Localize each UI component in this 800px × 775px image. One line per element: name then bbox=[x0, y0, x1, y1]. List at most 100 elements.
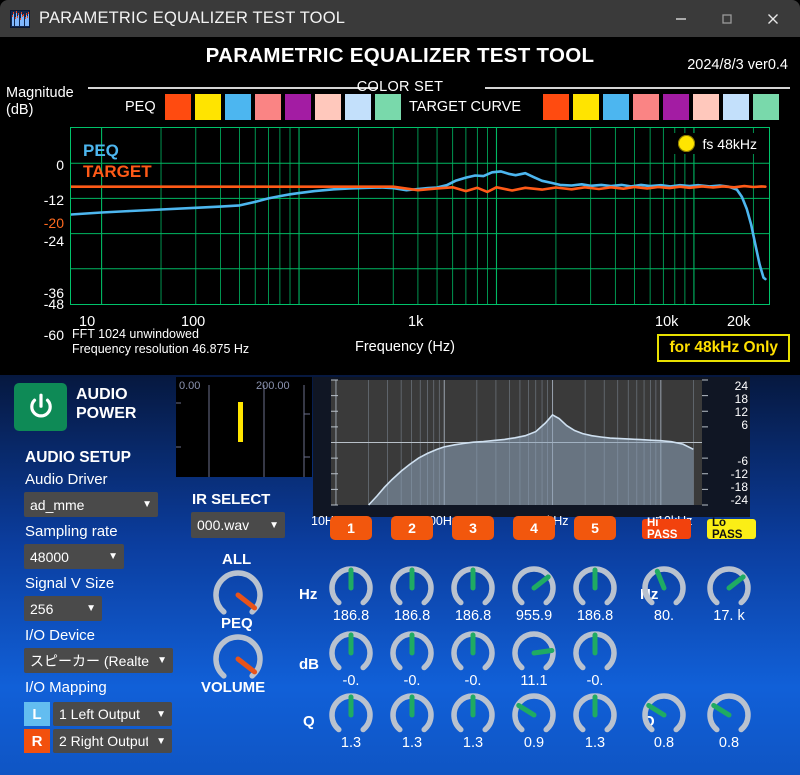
minimize-button[interactable] bbox=[658, 0, 704, 37]
maximize-button[interactable] bbox=[704, 0, 750, 37]
peq-band-3-db-knob[interactable] bbox=[450, 630, 496, 676]
xtick-10k: 10k bbox=[655, 314, 679, 330]
color-swatch-2[interactable] bbox=[573, 94, 599, 120]
io-device-value: スピーカー (Realte... bbox=[30, 652, 150, 669]
power-icon bbox=[29, 393, 52, 418]
io-device-select[interactable]: スピーカー (Realte... ▼ bbox=[24, 648, 173, 673]
peq-band-5-q-knob[interactable] bbox=[572, 692, 618, 738]
chevron-down-icon: ▼ bbox=[108, 551, 118, 562]
target-color-swatches bbox=[543, 94, 779, 120]
ytick-m12: -12 bbox=[43, 192, 64, 208]
signal-v-size-select[interactable]: 256 ▼ bbox=[24, 596, 102, 621]
color-swatch-5[interactable] bbox=[285, 94, 311, 120]
peq-band-2-db-value: -0. bbox=[403, 673, 421, 689]
peq-band-5-hz-knob[interactable] bbox=[572, 565, 618, 611]
frequency-axis-label: Frequency (Hz) bbox=[355, 339, 455, 355]
peq-band-4-q-knob[interactable] bbox=[511, 692, 557, 738]
fs-indicator: fs 48kHz bbox=[671, 133, 763, 154]
signal-v-size-value: 256 bbox=[30, 600, 54, 617]
color-swatch-7[interactable] bbox=[723, 94, 749, 120]
audio-power-button[interactable] bbox=[14, 383, 67, 431]
peq-band-3-q-knob[interactable] bbox=[450, 692, 496, 738]
color-swatch-3[interactable] bbox=[225, 94, 251, 120]
volume-peq-knob[interactable] bbox=[212, 633, 264, 685]
only-48khz-badge: for 48kHz Only bbox=[657, 334, 790, 362]
peq-band-3-db-value: -0. bbox=[464, 673, 482, 689]
fs-label: fs 48kHz bbox=[702, 135, 757, 152]
sampling-rate-select[interactable]: 48000 ▼ bbox=[24, 544, 124, 569]
audio-setup-header: AUDIO SETUP bbox=[25, 449, 131, 466]
ir-waveform-display[interactable]: 0.00 200.00 bbox=[176, 377, 312, 477]
fft-note-line1: FFT 1024 unwindowed bbox=[72, 327, 199, 341]
peq-band-5-button[interactable]: 5 bbox=[574, 516, 616, 540]
io-right-output-value: 2 Right Output bbox=[59, 733, 149, 749]
audio-power-label: AUDIO POWER bbox=[76, 385, 136, 423]
color-swatch-2[interactable] bbox=[195, 94, 221, 120]
ytick-0: 0 bbox=[56, 157, 64, 173]
color-swatch-1[interactable] bbox=[165, 94, 191, 120]
io-right-output-select[interactable]: 2 Right Output ▼ bbox=[53, 729, 172, 753]
peq-band-2-hz-knob[interactable] bbox=[389, 565, 435, 611]
color-swatch-7[interactable] bbox=[345, 94, 371, 120]
peq-band-5-q-value: 1.3 bbox=[584, 735, 606, 751]
eq-response-graph[interactable] bbox=[313, 377, 750, 517]
eq-ytick-18: 18 bbox=[734, 392, 748, 406]
sampling-rate-label: Sampling rate bbox=[25, 523, 118, 540]
peq-band-2-button[interactable]: 2 bbox=[391, 516, 433, 540]
peq-band-5-db-knob[interactable] bbox=[572, 630, 618, 676]
peq-curve-tag: PEQ bbox=[83, 141, 119, 160]
volume-all-knob[interactable] bbox=[212, 569, 264, 621]
color-swatch-8[interactable] bbox=[375, 94, 401, 120]
close-button[interactable] bbox=[750, 0, 796, 37]
eq-ytick-m6: -6 bbox=[737, 454, 748, 468]
audio-driver-select[interactable]: ad_mme ▼ bbox=[24, 492, 158, 517]
lo-pass-button[interactable]: Lo PASS bbox=[707, 517, 756, 541]
color-swatch-6[interactable] bbox=[693, 94, 719, 120]
page-title: PARAMETRIC EQUALIZER TEST TOOL bbox=[205, 44, 595, 67]
peq-band-3-hz-knob[interactable] bbox=[450, 565, 496, 611]
peq-band-2-db-knob[interactable] bbox=[389, 630, 435, 676]
volume-group-label: VOLUME bbox=[201, 679, 266, 696]
only-48khz-text: for 48kHz Only bbox=[669, 339, 778, 356]
window-controls bbox=[658, 0, 800, 37]
fft-note: FFT 1024 unwindowed Frequency resolution… bbox=[72, 327, 249, 357]
peq-color-swatches bbox=[165, 94, 401, 120]
peq-row-label-db: dB bbox=[299, 656, 319, 673]
equalizer-icon bbox=[10, 9, 30, 28]
peq-band-2-q-knob[interactable] bbox=[389, 692, 435, 738]
color-swatch-8[interactable] bbox=[753, 94, 779, 120]
ytick-m20: -20 bbox=[43, 215, 64, 231]
ytick-m48: -48 bbox=[43, 296, 64, 312]
peq-band-4-hz-knob[interactable] bbox=[511, 565, 557, 611]
lo-pass-q-knob[interactable] bbox=[706, 692, 752, 738]
peq-band-3-hz-value: 186.8 bbox=[454, 608, 492, 624]
hi-pass-hz-knob[interactable] bbox=[641, 565, 687, 611]
color-swatch-1[interactable] bbox=[543, 94, 569, 120]
hi-pass-button[interactable]: Hi PASS bbox=[642, 517, 691, 541]
ir-file-value: 000.wav bbox=[197, 517, 250, 533]
io-left-output-select[interactable]: 1 Left Output ▼ bbox=[53, 702, 172, 726]
color-set-header: COLOR SET bbox=[0, 79, 800, 95]
peq-band-4-db-knob[interactable] bbox=[511, 630, 557, 676]
ir-file-select[interactable]: 000.wav ▼ bbox=[191, 512, 285, 538]
peq-band-4-button[interactable]: 4 bbox=[513, 516, 555, 540]
peq-band-2-hz-value: 186.8 bbox=[393, 608, 431, 624]
peq-band-1-q-knob[interactable] bbox=[328, 692, 374, 738]
hi-pass-q-knob[interactable] bbox=[641, 692, 687, 738]
lo-pass-hz-knob[interactable] bbox=[706, 565, 752, 611]
peq-band-1-db-knob[interactable] bbox=[328, 630, 374, 676]
control-panel: AUDIO POWER AUDIO SETUP Audio Driver ad_… bbox=[0, 375, 800, 775]
peq-band-3-button[interactable]: 3 bbox=[452, 516, 494, 540]
color-swatch-3[interactable] bbox=[603, 94, 629, 120]
io-left-channel-badge: L bbox=[24, 702, 50, 726]
spectrum-plot[interactable]: fs 48kHz bbox=[70, 127, 770, 305]
peq-band-1-hz-knob[interactable] bbox=[328, 565, 374, 611]
peq-color-label: PEQ bbox=[125, 99, 156, 115]
color-swatch-6[interactable] bbox=[315, 94, 341, 120]
peq-band-1-button[interactable]: 1 bbox=[330, 516, 372, 540]
color-swatch-4[interactable] bbox=[255, 94, 281, 120]
spectrum-section: PARAMETRIC EQUALIZER TEST TOOL 2024/8/3 … bbox=[0, 37, 800, 375]
color-swatch-4[interactable] bbox=[633, 94, 659, 120]
eq-ytick-m18: -18 bbox=[730, 480, 748, 494]
color-swatch-5[interactable] bbox=[663, 94, 689, 120]
